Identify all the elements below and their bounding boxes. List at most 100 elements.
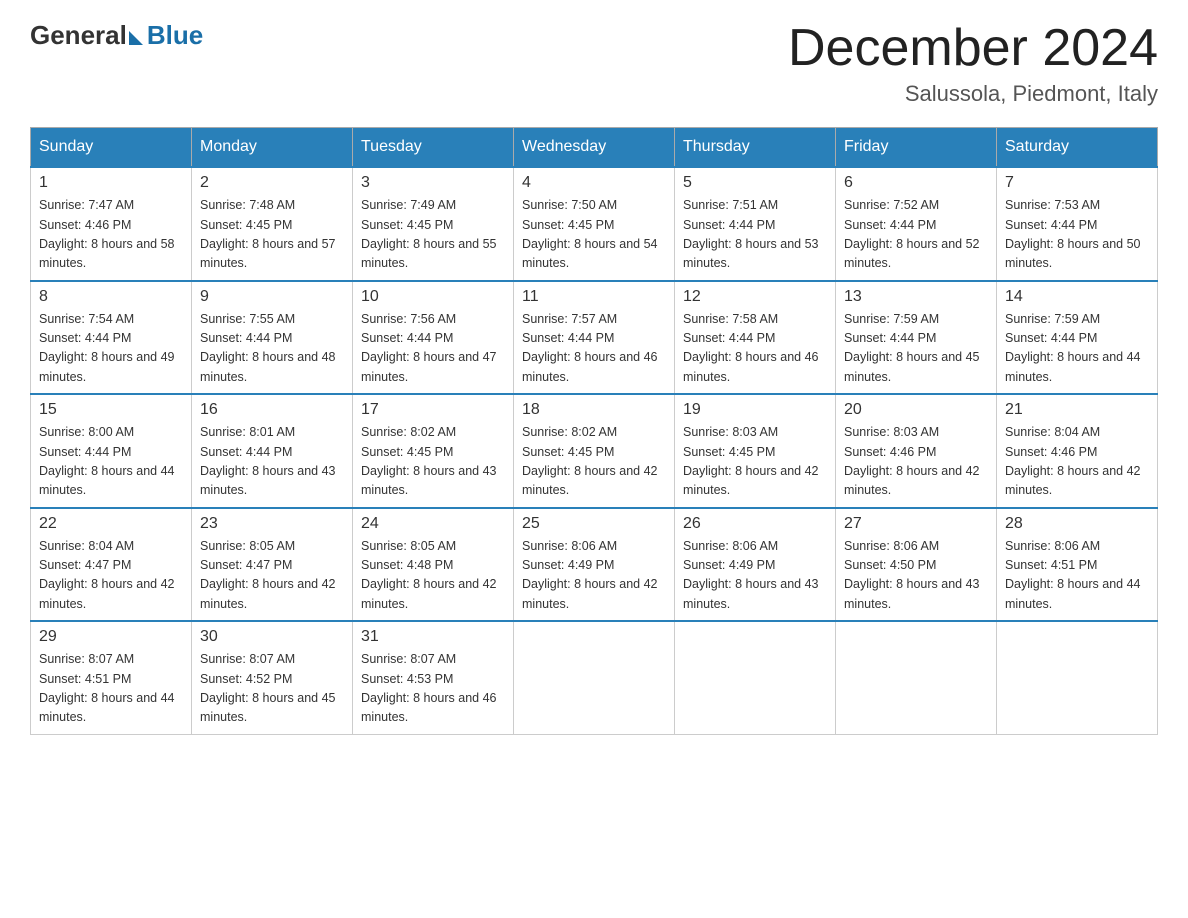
day-number: 16 [200, 401, 344, 419]
day-info: Sunrise: 7:47 AMSunset: 4:46 PMDaylight:… [39, 198, 175, 270]
day-number: 24 [361, 515, 505, 533]
day-info: Sunrise: 8:04 AMSunset: 4:46 PMDaylight:… [1005, 425, 1141, 497]
day-info: Sunrise: 8:00 AMSunset: 4:44 PMDaylight:… [39, 425, 175, 497]
day-info: Sunrise: 8:06 AMSunset: 4:51 PMDaylight:… [1005, 539, 1141, 611]
calendar-cell: 16 Sunrise: 8:01 AMSunset: 4:44 PMDaylig… [192, 394, 353, 508]
page-header: General Blue December 2024 Salussola, Pi… [30, 20, 1158, 107]
header-thursday: Thursday [675, 128, 836, 168]
calendar-cell: 2 Sunrise: 7:48 AMSunset: 4:45 PMDayligh… [192, 167, 353, 281]
day-info: Sunrise: 8:06 AMSunset: 4:50 PMDaylight:… [844, 539, 980, 611]
calendar-cell: 21 Sunrise: 8:04 AMSunset: 4:46 PMDaylig… [997, 394, 1158, 508]
week-row-3: 15 Sunrise: 8:00 AMSunset: 4:44 PMDaylig… [31, 394, 1158, 508]
day-number: 30 [200, 628, 344, 646]
calendar-cell: 27 Sunrise: 8:06 AMSunset: 4:50 PMDaylig… [836, 508, 997, 622]
day-info: Sunrise: 7:52 AMSunset: 4:44 PMDaylight:… [844, 198, 980, 270]
day-number: 15 [39, 401, 183, 419]
logo-blue-text: Blue [147, 20, 203, 51]
header-tuesday: Tuesday [353, 128, 514, 168]
calendar-header-row: Sunday Monday Tuesday Wednesday Thursday… [31, 128, 1158, 168]
day-info: Sunrise: 8:07 AMSunset: 4:52 PMDaylight:… [200, 652, 336, 724]
day-info: Sunrise: 8:06 AMSunset: 4:49 PMDaylight:… [522, 539, 658, 611]
day-info: Sunrise: 7:48 AMSunset: 4:45 PMDaylight:… [200, 198, 336, 270]
day-info: Sunrise: 7:53 AMSunset: 4:44 PMDaylight:… [1005, 198, 1141, 270]
day-number: 17 [361, 401, 505, 419]
calendar-cell: 28 Sunrise: 8:06 AMSunset: 4:51 PMDaylig… [997, 508, 1158, 622]
day-number: 14 [1005, 288, 1149, 306]
calendar-cell: 10 Sunrise: 7:56 AMSunset: 4:44 PMDaylig… [353, 281, 514, 395]
day-number: 23 [200, 515, 344, 533]
calendar-cell: 11 Sunrise: 7:57 AMSunset: 4:44 PMDaylig… [514, 281, 675, 395]
logo: General Blue [30, 20, 203, 51]
header-monday: Monday [192, 128, 353, 168]
day-info: Sunrise: 7:56 AMSunset: 4:44 PMDaylight:… [361, 312, 497, 384]
day-info: Sunrise: 7:51 AMSunset: 4:44 PMDaylight:… [683, 198, 819, 270]
title-area: December 2024 Salussola, Piedmont, Italy [788, 20, 1158, 107]
day-info: Sunrise: 7:59 AMSunset: 4:44 PMDaylight:… [1005, 312, 1141, 384]
day-info: Sunrise: 8:07 AMSunset: 4:53 PMDaylight:… [361, 652, 497, 724]
day-number: 20 [844, 401, 988, 419]
calendar-cell: 30 Sunrise: 8:07 AMSunset: 4:52 PMDaylig… [192, 621, 353, 734]
day-number: 21 [1005, 401, 1149, 419]
day-number: 5 [683, 174, 827, 192]
calendar-table: Sunday Monday Tuesday Wednesday Thursday… [30, 127, 1158, 735]
calendar-cell [675, 621, 836, 734]
day-number: 6 [844, 174, 988, 192]
day-info: Sunrise: 7:49 AMSunset: 4:45 PMDaylight:… [361, 198, 497, 270]
calendar-cell: 29 Sunrise: 8:07 AMSunset: 4:51 PMDaylig… [31, 621, 192, 734]
day-info: Sunrise: 8:02 AMSunset: 4:45 PMDaylight:… [361, 425, 497, 497]
calendar-cell: 14 Sunrise: 7:59 AMSunset: 4:44 PMDaylig… [997, 281, 1158, 395]
header-friday: Friday [836, 128, 997, 168]
calendar-cell: 22 Sunrise: 8:04 AMSunset: 4:47 PMDaylig… [31, 508, 192, 622]
calendar-cell: 7 Sunrise: 7:53 AMSunset: 4:44 PMDayligh… [997, 167, 1158, 281]
day-info: Sunrise: 7:54 AMSunset: 4:44 PMDaylight:… [39, 312, 175, 384]
calendar-cell: 5 Sunrise: 7:51 AMSunset: 4:44 PMDayligh… [675, 167, 836, 281]
calendar-cell: 6 Sunrise: 7:52 AMSunset: 4:44 PMDayligh… [836, 167, 997, 281]
day-info: Sunrise: 7:55 AMSunset: 4:44 PMDaylight:… [200, 312, 336, 384]
day-info: Sunrise: 7:58 AMSunset: 4:44 PMDaylight:… [683, 312, 819, 384]
calendar-cell: 19 Sunrise: 8:03 AMSunset: 4:45 PMDaylig… [675, 394, 836, 508]
calendar-cell: 25 Sunrise: 8:06 AMSunset: 4:49 PMDaylig… [514, 508, 675, 622]
day-number: 18 [522, 401, 666, 419]
day-number: 28 [1005, 515, 1149, 533]
logo-general-text: General [30, 20, 127, 51]
calendar-cell: 9 Sunrise: 7:55 AMSunset: 4:44 PMDayligh… [192, 281, 353, 395]
day-number: 10 [361, 288, 505, 306]
header-wednesday: Wednesday [514, 128, 675, 168]
calendar-cell: 17 Sunrise: 8:02 AMSunset: 4:45 PMDaylig… [353, 394, 514, 508]
calendar-cell: 12 Sunrise: 7:58 AMSunset: 4:44 PMDaylig… [675, 281, 836, 395]
month-title: December 2024 [788, 20, 1158, 77]
day-number: 27 [844, 515, 988, 533]
calendar-cell: 20 Sunrise: 8:03 AMSunset: 4:46 PMDaylig… [836, 394, 997, 508]
day-number: 3 [361, 174, 505, 192]
day-number: 13 [844, 288, 988, 306]
calendar-cell: 8 Sunrise: 7:54 AMSunset: 4:44 PMDayligh… [31, 281, 192, 395]
calendar-cell: 23 Sunrise: 8:05 AMSunset: 4:47 PMDaylig… [192, 508, 353, 622]
calendar-cell: 13 Sunrise: 7:59 AMSunset: 4:44 PMDaylig… [836, 281, 997, 395]
week-row-2: 8 Sunrise: 7:54 AMSunset: 4:44 PMDayligh… [31, 281, 1158, 395]
header-saturday: Saturday [997, 128, 1158, 168]
day-number: 25 [522, 515, 666, 533]
day-number: 29 [39, 628, 183, 646]
calendar-cell: 4 Sunrise: 7:50 AMSunset: 4:45 PMDayligh… [514, 167, 675, 281]
day-number: 9 [200, 288, 344, 306]
calendar-cell: 18 Sunrise: 8:02 AMSunset: 4:45 PMDaylig… [514, 394, 675, 508]
day-info: Sunrise: 8:05 AMSunset: 4:48 PMDaylight:… [361, 539, 497, 611]
day-number: 1 [39, 174, 183, 192]
day-info: Sunrise: 7:50 AMSunset: 4:45 PMDaylight:… [522, 198, 658, 270]
day-number: 31 [361, 628, 505, 646]
calendar-cell: 26 Sunrise: 8:06 AMSunset: 4:49 PMDaylig… [675, 508, 836, 622]
day-number: 12 [683, 288, 827, 306]
day-info: Sunrise: 8:06 AMSunset: 4:49 PMDaylight:… [683, 539, 819, 611]
day-number: 7 [1005, 174, 1149, 192]
day-info: Sunrise: 8:05 AMSunset: 4:47 PMDaylight:… [200, 539, 336, 611]
calendar-cell: 31 Sunrise: 8:07 AMSunset: 4:53 PMDaylig… [353, 621, 514, 734]
day-info: Sunrise: 8:01 AMSunset: 4:44 PMDaylight:… [200, 425, 336, 497]
location-subtitle: Salussola, Piedmont, Italy [788, 81, 1158, 107]
day-number: 4 [522, 174, 666, 192]
day-number: 11 [522, 288, 666, 306]
logo-arrow-icon [129, 31, 143, 45]
day-number: 2 [200, 174, 344, 192]
day-info: Sunrise: 8:02 AMSunset: 4:45 PMDaylight:… [522, 425, 658, 497]
day-number: 22 [39, 515, 183, 533]
day-number: 19 [683, 401, 827, 419]
